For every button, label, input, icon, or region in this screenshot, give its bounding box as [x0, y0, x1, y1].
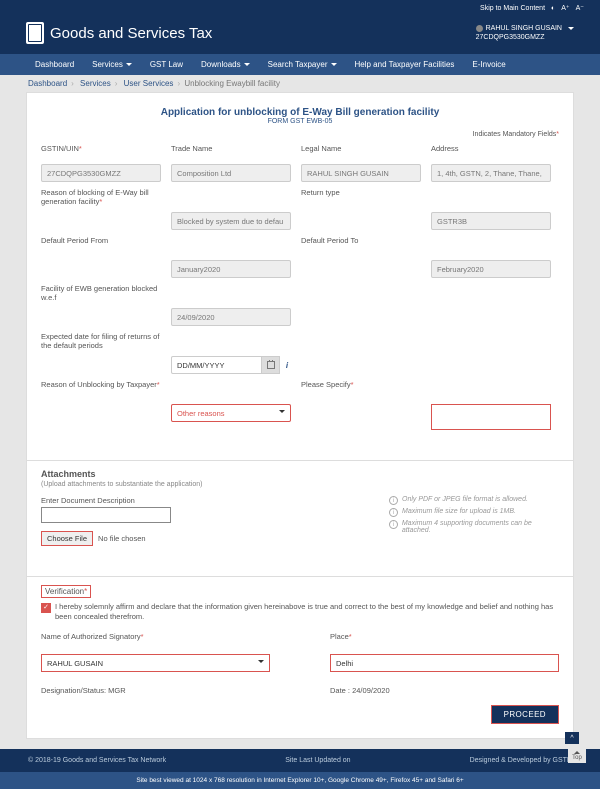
label-default-to: Default Period To	[301, 236, 421, 254]
skip-link[interactable]: Skip to Main Content	[480, 5, 545, 12]
info-icon: i	[389, 508, 398, 517]
nav-search-taxpayer[interactable]: Search Taxpayer	[259, 54, 346, 75]
label-place: Place*	[330, 632, 559, 646]
field-reason-block: Blocked by system due to defau	[171, 212, 291, 230]
font-decrease[interactable]: A⁻	[576, 4, 584, 12]
form-subtitle: FORM GST EWB-05	[41, 118, 559, 131]
nav-dashboard[interactable]: Dashboard	[26, 54, 83, 75]
crumb-services[interactable]: Services	[78, 79, 113, 88]
field-address: 1, 4th, GSTN, 2, Thane, Thane,	[431, 164, 551, 182]
crumb-current: Unblocking Ewaybill facility	[184, 79, 280, 88]
info-icon: i	[389, 496, 398, 505]
attachments-title: Attachments	[41, 469, 559, 479]
date-text: Date : 24/09/2020	[330, 686, 559, 695]
crumb-user-services[interactable]: User Services	[122, 79, 176, 88]
info-icon: i	[389, 520, 398, 529]
label-facility-wef: Facility of EWB generation blocked w.e.f	[41, 284, 161, 302]
attachment-hints: iOnly PDF or JPEG file format is allowed…	[389, 496, 559, 546]
contrast-icon[interactable]: ◐	[551, 5, 555, 12]
footer-secondary: Site best viewed at 1024 x 768 resolutio…	[0, 772, 600, 789]
scroll-up-icon[interactable]: ^	[565, 732, 579, 744]
field-default-from: January2020	[171, 260, 291, 278]
form-panel: Application for unblocking of E-Way Bill…	[26, 92, 574, 739]
label-address: Address	[431, 144, 551, 158]
attachments-subtitle: (Upload attachments to substantiate the …	[41, 481, 559, 488]
field-default-to: February2020	[431, 260, 551, 278]
label-please-specify: Please Specify*	[301, 380, 421, 398]
label-expected: Expected date for filing of returns of t…	[41, 332, 161, 350]
choose-file-button[interactable]: Choose File	[41, 531, 93, 546]
nav-services[interactable]: Services	[83, 54, 141, 75]
main-nav: Dashboard Services GST Law Downloads Sea…	[0, 54, 600, 75]
field-legalname: RAHUL SINGH GUSAIN	[301, 164, 421, 182]
textarea-please-specify[interactable]	[431, 404, 551, 430]
label-doc-description: Enter Document Description	[41, 496, 171, 505]
input-place[interactable]: Delhi	[330, 654, 559, 672]
mandatory-note: Indicates Mandatory Fields*	[41, 131, 559, 144]
user-gstin: 27CDQPG3530GMZZ	[476, 33, 574, 42]
calendar-icon[interactable]	[262, 356, 280, 374]
label-tradename: Trade Name	[171, 144, 291, 158]
footer-updated: Site Last Updated on	[285, 757, 350, 764]
field-tradename: Composition Ltd	[171, 164, 291, 182]
site-header: Goods and Services Tax RAHUL SINGH GUSAI…	[0, 16, 600, 54]
site-title: Goods and Services Tax	[50, 25, 212, 42]
field-facility-wef: 24/09/2020	[171, 308, 291, 326]
label-reason-block: Reason of blocking of E-Way bill generat…	[41, 188, 161, 206]
field-expected-date[interactable]: DD/MM/YYYY	[171, 356, 262, 374]
back-to-top-button[interactable]: Top	[568, 746, 586, 763]
field-gstin: 27CDQPG3530GMZZ	[41, 164, 161, 182]
label-return-type: Return type	[301, 188, 421, 206]
designation-text: Designation/Status: MGR	[41, 686, 270, 695]
select-reason-unblock[interactable]: Other reasons	[171, 404, 291, 422]
label-legalname: Legal Name	[301, 144, 421, 158]
proceed-button[interactable]: PROCEED	[491, 705, 559, 724]
verification-checkbox[interactable]: ✓	[41, 603, 51, 613]
input-doc-description[interactable]	[41, 507, 171, 523]
chevron-down-icon	[279, 410, 285, 416]
footer-primary: © 2018-19 Goods and Services Tax Network…	[0, 749, 600, 772]
label-default-from: Default Period From	[41, 236, 161, 254]
form-title: Application for unblocking of E-Way Bill…	[41, 103, 559, 118]
nav-downloads[interactable]: Downloads	[192, 54, 259, 75]
footer-copyright: © 2018-19 Goods and Services Tax Network	[28, 757, 166, 764]
info-icon[interactable]: i	[283, 358, 291, 372]
nav-gstlaw[interactable]: GST Law	[141, 54, 192, 75]
footer-developer: Designed & Developed by GSTN	[470, 757, 572, 764]
user-name: RAHUL SINGH GUSAIN	[486, 24, 562, 33]
utility-bar: Skip to Main Content ◐ A⁺ A⁻	[0, 0, 600, 16]
nav-einvoice[interactable]: E-Invoice	[463, 54, 514, 75]
user-widget[interactable]: RAHUL SINGH GUSAIN 27CDQPG3530GMZZ	[476, 24, 574, 42]
field-return-type: GSTR3B	[431, 212, 551, 230]
breadcrumb: Dashboard› Services› User Services› Unbl…	[0, 75, 600, 92]
label-gstin: GSTIN/UIN*	[41, 144, 161, 158]
label-reason-unblock: Reason of Unblocking by Taxpayer*	[41, 380, 161, 398]
crumb-dashboard[interactable]: Dashboard	[26, 79, 69, 88]
nav-help[interactable]: Help and Taxpayer Facilities	[346, 54, 464, 75]
label-signatory: Name of Authorized Signatory*	[41, 632, 270, 646]
font-increase[interactable]: A⁺	[561, 4, 569, 12]
chevron-down-icon	[258, 660, 264, 666]
verification-title: Verification*	[41, 585, 91, 598]
emblem-icon	[26, 22, 44, 44]
no-file-text: No file chosen	[98, 534, 146, 543]
verification-text: I hereby solemnly affirm and declare tha…	[55, 602, 559, 622]
select-signatory[interactable]: RAHUL GUSAIN	[41, 654, 270, 672]
